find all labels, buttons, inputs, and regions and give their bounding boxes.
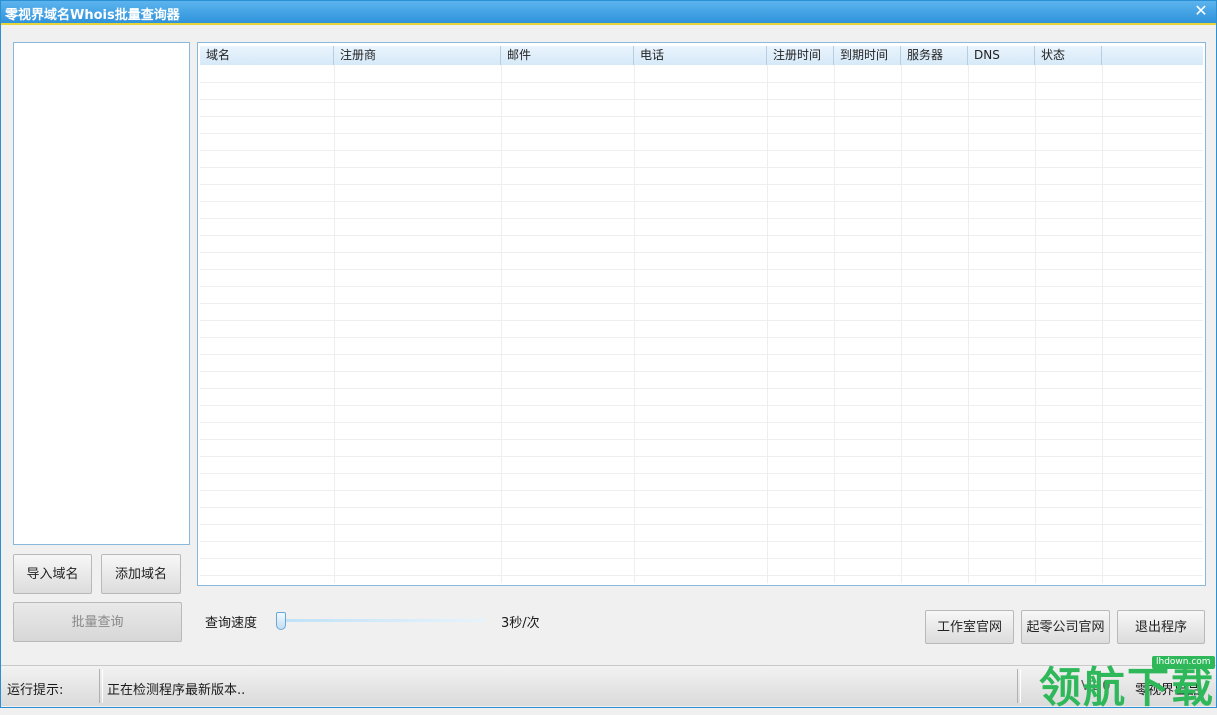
grid-row-line bbox=[200, 473, 1203, 474]
grid-row-line bbox=[200, 303, 1203, 304]
speed-value: 3秒/次 bbox=[501, 616, 540, 631]
grid-row-line bbox=[200, 422, 1203, 423]
grid-row-line bbox=[200, 252, 1203, 253]
domain-list[interactable] bbox=[13, 42, 190, 545]
grid-row-line bbox=[200, 150, 1203, 151]
grid-column-line bbox=[767, 65, 768, 583]
column-header-registrar[interactable]: 注册商 bbox=[334, 46, 501, 65]
column-header-dns[interactable]: DNS bbox=[968, 46, 1035, 65]
grid-column-line bbox=[834, 65, 835, 583]
grid-row-line bbox=[200, 116, 1203, 117]
grid-row-line bbox=[200, 558, 1203, 559]
grid-row-line bbox=[200, 541, 1203, 542]
grid-column-line bbox=[1035, 65, 1036, 583]
column-header-phone[interactable]: 电话 bbox=[634, 46, 767, 65]
grid-row-line bbox=[200, 388, 1203, 389]
grid-row-line bbox=[200, 184, 1203, 185]
grid-column-line bbox=[501, 65, 502, 583]
status-separator bbox=[99, 669, 103, 703]
grid-row-line bbox=[200, 201, 1203, 202]
grid-row-line bbox=[200, 167, 1203, 168]
speed-label: 查询速度 bbox=[205, 616, 258, 631]
grid-row-line bbox=[200, 490, 1203, 491]
column-header-created[interactable]: 注册时间 bbox=[767, 46, 834, 65]
status-label: 运行提示: bbox=[7, 683, 64, 698]
grid-row-line bbox=[200, 82, 1203, 83]
company-site-button[interactable]: 起零公司官网 bbox=[1021, 610, 1110, 644]
grid-row-line bbox=[200, 269, 1203, 270]
exit-button[interactable]: 退出程序 bbox=[1117, 610, 1205, 644]
window-title: 零视界域名Whois批量查询器 bbox=[5, 8, 180, 23]
close-icon[interactable]: ✕ bbox=[1192, 2, 1210, 20]
grid-row-line bbox=[200, 456, 1203, 457]
title-bar: 零视界域名Whois批量查询器 ✕ bbox=[1, 1, 1216, 25]
column-header-expires[interactable]: 到期时间 bbox=[834, 46, 901, 65]
grid-column-line bbox=[1102, 65, 1103, 583]
grid-row-line bbox=[200, 575, 1203, 576]
speed-slider-thumb[interactable] bbox=[276, 612, 286, 630]
status-separator bbox=[1017, 669, 1021, 703]
status-bar: 运行提示: 正在检测程序最新版本.. V1.0 零视界出品 bbox=[1, 665, 1216, 706]
table-body bbox=[200, 65, 1203, 583]
grid-row-line bbox=[200, 218, 1203, 219]
grid-row-line bbox=[200, 507, 1203, 508]
add-domain-button[interactable]: 添加域名 bbox=[101, 554, 181, 594]
grid-row-line bbox=[200, 337, 1203, 338]
column-header-email[interactable]: 邮件 bbox=[501, 46, 634, 65]
table-header: 域名 注册商 邮件 电话 注册时间 到期时间 服务器 DNS 状态 bbox=[200, 46, 1203, 65]
grid-row-line bbox=[200, 286, 1203, 287]
column-header-server[interactable]: 服务器 bbox=[901, 46, 968, 65]
grid-row-line bbox=[200, 405, 1203, 406]
grid-row-line bbox=[200, 320, 1203, 321]
grid-row-line bbox=[200, 439, 1203, 440]
column-header-status[interactable]: 状态 bbox=[1035, 46, 1102, 65]
studio-site-button[interactable]: 工作室官网 bbox=[925, 610, 1014, 644]
status-message: 正在检测程序最新版本.. bbox=[107, 683, 246, 698]
app-window: 零视界域名Whois批量查询器 ✕ 导入域名 添加域名 批量查询 域名 注册商 … bbox=[0, 0, 1217, 712]
grid-row-line bbox=[200, 235, 1203, 236]
batch-query-button[interactable]: 批量查询 bbox=[13, 602, 182, 642]
grid-column-line bbox=[901, 65, 902, 583]
grid-row-line bbox=[200, 99, 1203, 100]
import-domains-button[interactable]: 导入域名 bbox=[13, 554, 92, 594]
grid-column-line bbox=[334, 65, 335, 583]
column-header-domain[interactable]: 域名 bbox=[200, 46, 334, 65]
watermark-url: lhdown.com bbox=[1152, 656, 1215, 669]
grid-row-line bbox=[200, 371, 1203, 372]
grid-column-line bbox=[968, 65, 969, 583]
grid-column-line bbox=[634, 65, 635, 583]
results-table[interactable]: 域名 注册商 邮件 电话 注册时间 到期时间 服务器 DNS 状态 bbox=[197, 42, 1206, 586]
grid-row-line bbox=[200, 354, 1203, 355]
grid-row-line bbox=[200, 133, 1203, 134]
speed-slider-track bbox=[280, 619, 486, 622]
grid-row-line bbox=[200, 524, 1203, 525]
speed-slider[interactable] bbox=[276, 612, 486, 630]
